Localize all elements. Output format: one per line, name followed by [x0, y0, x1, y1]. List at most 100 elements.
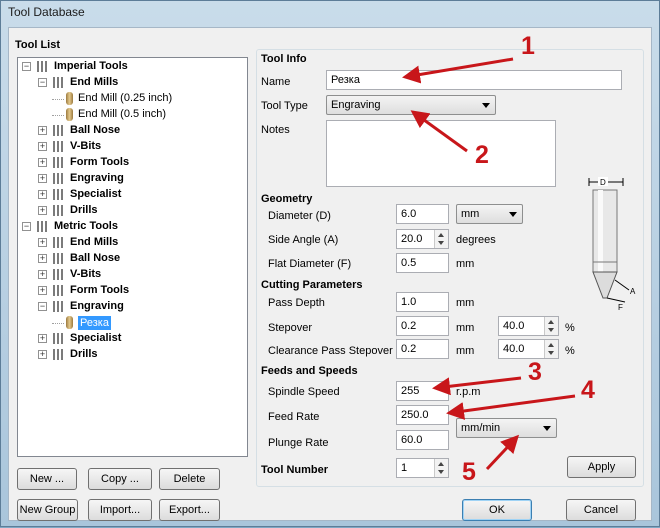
new-group-button[interactable]: New Group	[17, 499, 78, 521]
side-angle-spinner[interactable]	[434, 230, 448, 248]
spindle-speed-label: Spindle Speed	[268, 386, 340, 398]
tree-group-item[interactable]: + Drills	[18, 203, 247, 219]
tool-number-label: Tool Number	[261, 464, 329, 476]
rate-units-select[interactable]: mm/min	[456, 418, 557, 438]
tree-group-item[interactable]: + Engraving	[18, 171, 247, 187]
stepover-input[interactable]: 0.2	[396, 316, 449, 336]
tree-group-item[interactable]: + Form Tools	[18, 155, 247, 171]
tool-number-input[interactable]: 1	[396, 458, 449, 478]
tree-group-item[interactable]: − Metric Tools	[18, 219, 247, 235]
tree-group-item[interactable]: + Specialist	[18, 331, 247, 347]
expand-icon[interactable]: +	[38, 158, 47, 167]
tool-type-select[interactable]: Engraving	[326, 95, 496, 115]
flat-diameter-unit: mm	[456, 258, 475, 270]
collapse-icon[interactable]: −	[22, 222, 31, 231]
feed-rate-input[interactable]: 250.0	[396, 405, 449, 425]
tool-group-icon	[52, 284, 66, 297]
tool-type-value: Engraving	[331, 99, 381, 111]
clearance-percent-value: 40.0	[503, 343, 525, 355]
spindle-speed-input[interactable]: 255	[396, 381, 449, 401]
tree-group-item[interactable]: + End Mills	[18, 235, 247, 251]
tool-group-icon	[52, 124, 66, 137]
clearance-stepover-input[interactable]: 0.2	[396, 339, 449, 359]
tree-item-label: Ball Nose	[70, 124, 121, 136]
pass-depth-unit: mm	[456, 297, 475, 309]
tool-icon	[66, 92, 73, 105]
tree-item-label: End Mill (0.25 inch)	[78, 92, 173, 104]
stepover-percent-spinner[interactable]	[544, 317, 558, 335]
tool-group-icon	[52, 300, 66, 313]
tree-group-item[interactable]: + Specialist	[18, 187, 247, 203]
delete-tool-button[interactable]: Delete	[159, 468, 220, 490]
expand-icon[interactable]: +	[38, 270, 47, 279]
collapse-icon[interactable]: −	[38, 302, 47, 311]
diameter-units-select[interactable]: mm	[456, 204, 523, 224]
side-angle-input[interactable]: 20.0	[396, 229, 449, 249]
expand-icon[interactable]: +	[38, 174, 47, 183]
diagram-d-label: D	[600, 178, 606, 187]
tool-group-icon	[52, 236, 66, 249]
tool-group-icon	[52, 252, 66, 265]
diameter-units-value: mm	[461, 208, 480, 220]
plunge-rate-input[interactable]: 60.0	[396, 430, 449, 450]
tree-item-label: Specialist	[70, 188, 122, 200]
expand-icon[interactable]: +	[38, 126, 47, 135]
clearance-percent-spinner[interactable]	[544, 340, 558, 358]
collapse-icon[interactable]: −	[38, 78, 47, 87]
pass-depth-input[interactable]: 1.0	[396, 292, 449, 312]
stepover-percent-input[interactable]: 40.0	[498, 316, 559, 336]
expand-icon[interactable]: +	[38, 142, 47, 151]
tool-group-icon	[36, 60, 50, 73]
diagram-a-label: A	[630, 287, 636, 296]
apply-button[interactable]: Apply	[567, 456, 636, 478]
tree-tool-item[interactable]: End Mill (0.25 inch)	[18, 91, 247, 107]
cancel-button[interactable]: Cancel	[566, 499, 636, 521]
diameter-input[interactable]: 6.0	[396, 204, 449, 224]
tool-group-icon	[52, 76, 66, 89]
tool-number-spinner[interactable]	[434, 459, 448, 477]
expand-icon[interactable]: +	[38, 286, 47, 295]
notes-textarea[interactable]	[326, 120, 556, 187]
cutting-parameters-heading: Cutting Parameters	[261, 279, 363, 291]
expand-icon[interactable]: +	[38, 206, 47, 215]
tree-group-item[interactable]: + Ball Nose	[18, 123, 247, 139]
tree-tool-item[interactable]: Резка	[18, 315, 247, 331]
collapse-icon[interactable]: −	[22, 62, 31, 71]
clearance-percent-input[interactable]: 40.0	[498, 339, 559, 359]
tree-group-item[interactable]: − Imperial Tools	[18, 59, 247, 75]
ok-button[interactable]: OK	[462, 499, 532, 521]
tree-group-item[interactable]: + V-Bits	[18, 139, 247, 155]
new-tool-button[interactable]: New ...	[17, 468, 77, 490]
tree-group-item[interactable]: + Ball Nose	[18, 251, 247, 267]
tree-item-label: V-Bits	[70, 140, 102, 152]
clearance-stepover-unit: mm	[456, 345, 475, 357]
expand-icon[interactable]: +	[38, 254, 47, 263]
feed-rate-label: Feed Rate	[268, 411, 320, 423]
name-input[interactable]: Резка	[326, 70, 622, 90]
stepover-unit: mm	[456, 322, 475, 334]
expand-icon[interactable]: +	[38, 334, 47, 343]
copy-tool-button[interactable]: Copy ...	[88, 468, 152, 490]
tree-group-item[interactable]: − End Mills	[18, 75, 247, 91]
expand-icon[interactable]: +	[38, 238, 47, 247]
feeds-speeds-heading: Feeds and Speeds	[261, 365, 358, 377]
export-button[interactable]: Export...	[159, 499, 220, 521]
expand-icon[interactable]: +	[38, 350, 47, 359]
chevron-down-icon	[543, 426, 551, 431]
tool-group-icon	[52, 172, 66, 185]
flat-diameter-label: Flat Diameter (F)	[268, 258, 352, 270]
expand-icon[interactable]: +	[38, 190, 47, 199]
flat-diameter-input[interactable]: 0.5	[396, 253, 449, 273]
import-button[interactable]: Import...	[88, 499, 152, 521]
tree-tool-item[interactable]: End Mill (0.5 inch)	[18, 107, 247, 123]
tool-type-label: Tool Type	[261, 100, 308, 112]
tool-group-icon	[52, 156, 66, 169]
tool-tree[interactable]: − Imperial Tools − End Mills End Mill (0.25 …	[17, 57, 248, 457]
tree-group-item[interactable]: + Form Tools	[18, 283, 247, 299]
tree-group-item[interactable]: − Engraving	[18, 299, 247, 315]
tree-group-item[interactable]: + Drills	[18, 347, 247, 363]
rate-units-value: mm/min	[461, 422, 501, 434]
tool-group-icon	[52, 348, 66, 361]
geometry-heading: Geometry	[261, 193, 313, 205]
tree-group-item[interactable]: + V-Bits	[18, 267, 247, 283]
